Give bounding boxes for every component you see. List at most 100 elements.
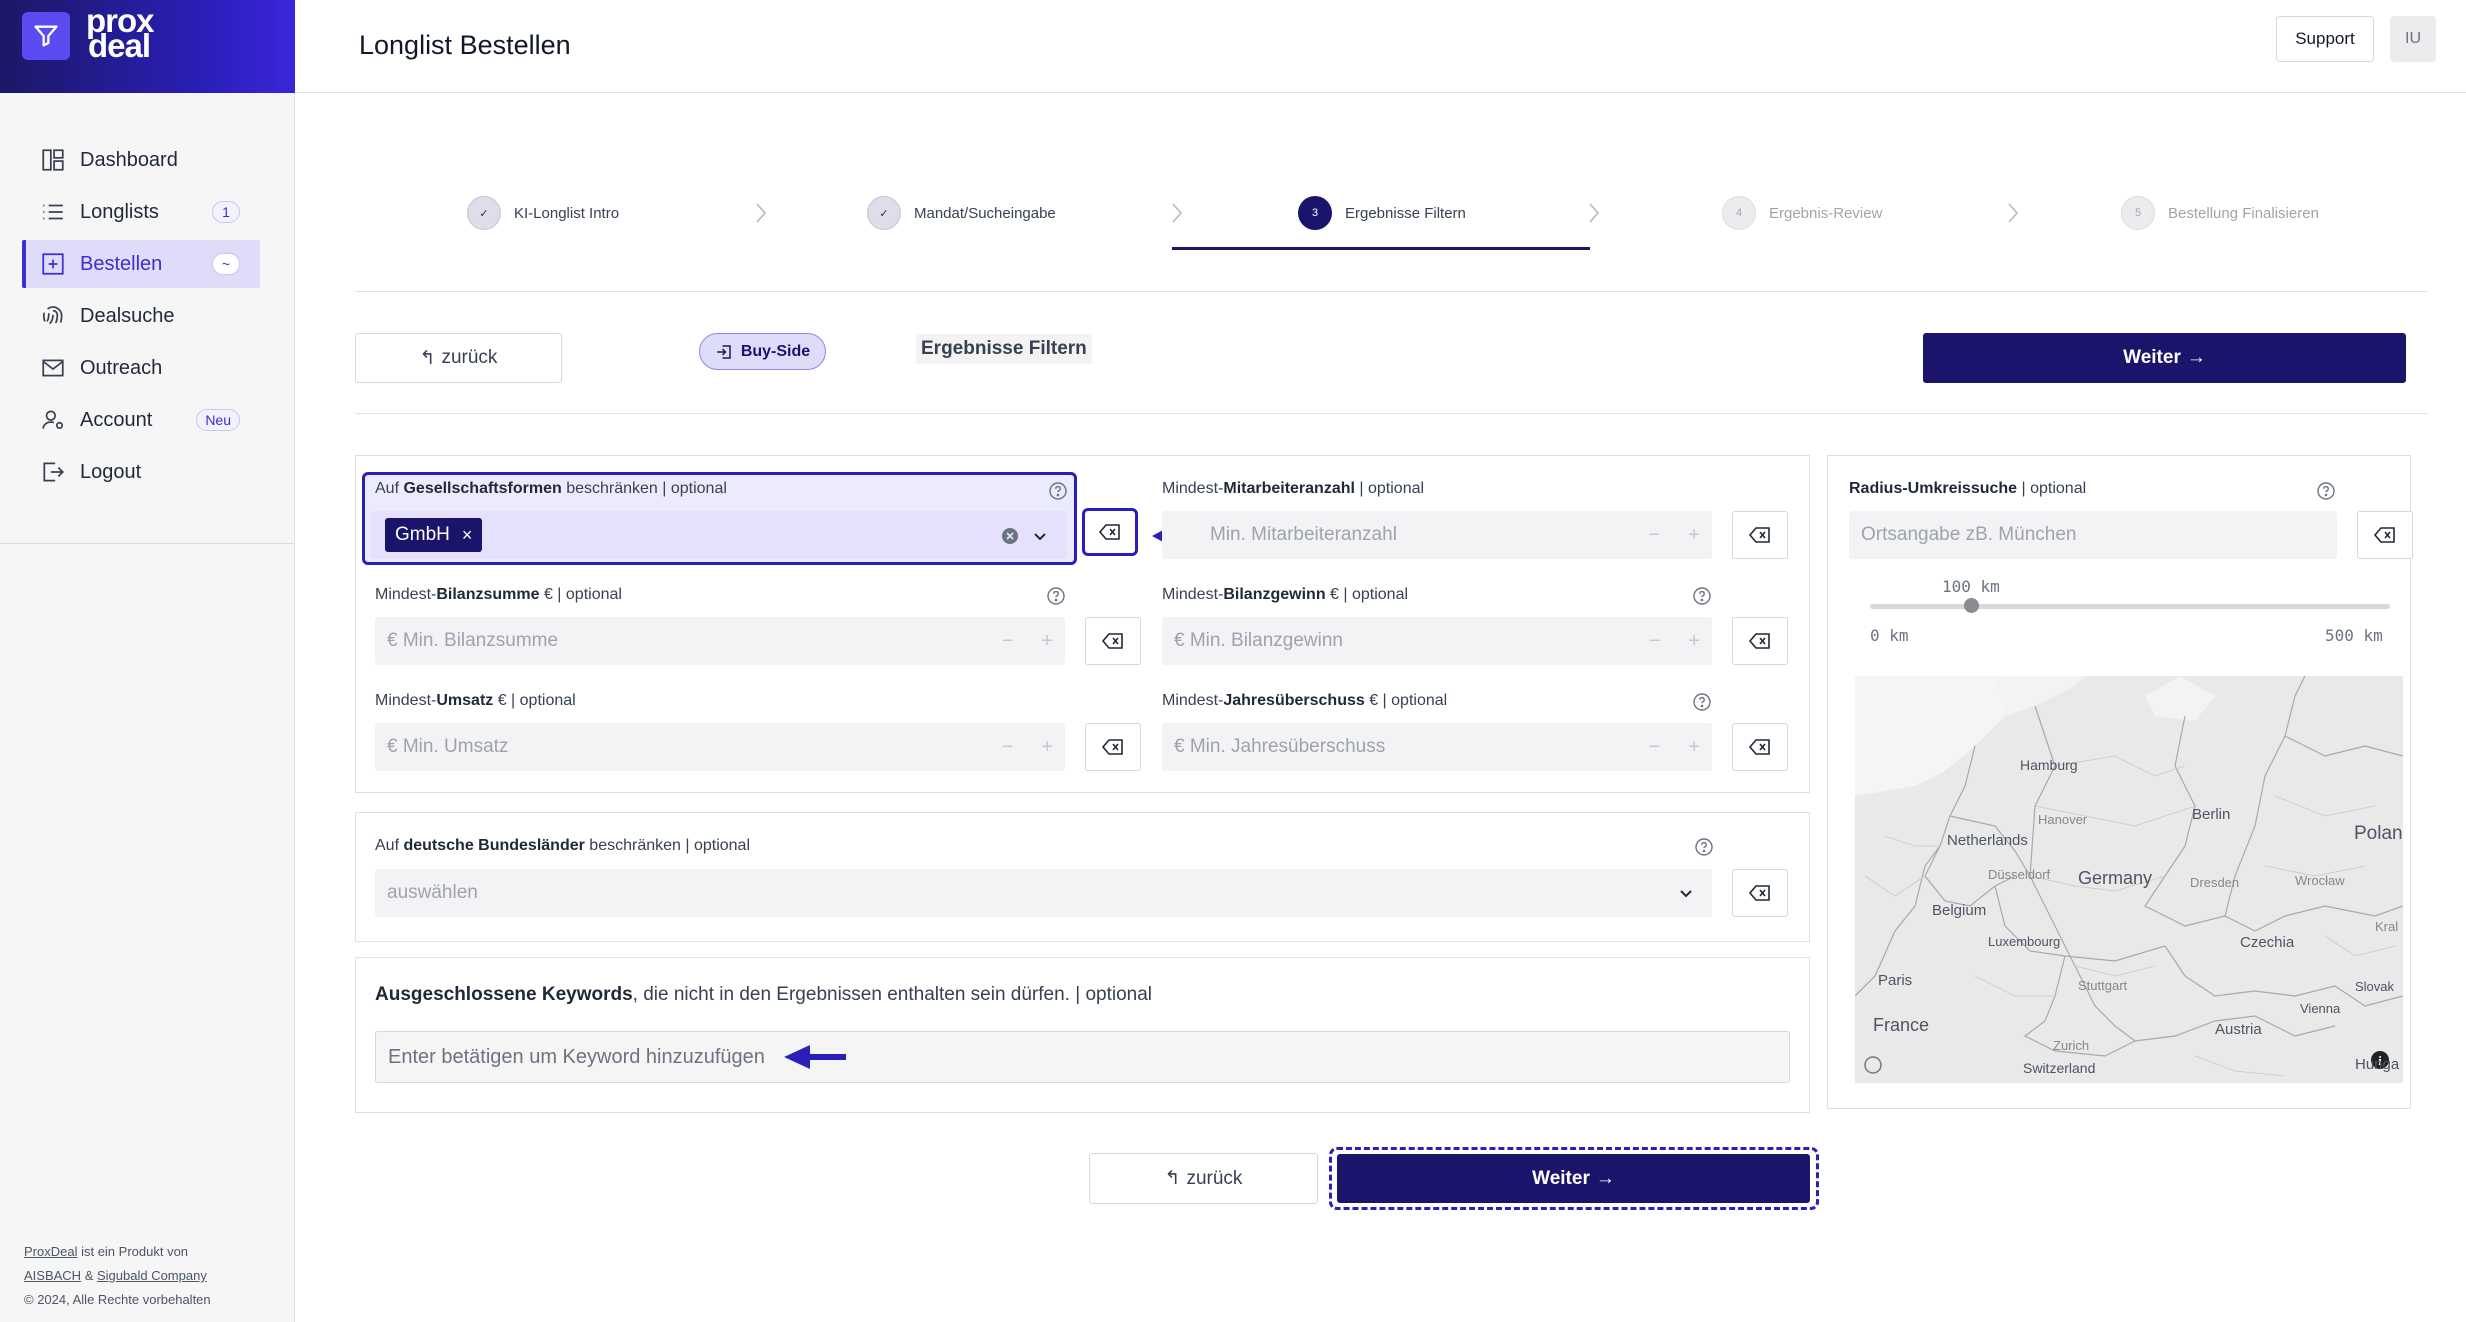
help-icon[interactable]	[1048, 481, 1068, 501]
step-ki-longlist-intro[interactable]: ✓ KI-Longlist Intro	[467, 195, 619, 231]
help-icon[interactable]	[1046, 586, 1066, 606]
annual-surplus-placeholder: € Min. Jahresüberschuss	[1174, 736, 1386, 757]
step-label: Bestellung Finalisieren	[2168, 204, 2319, 222]
brand-header[interactable]: prox deal	[0, 0, 295, 93]
location-clear-button[interactable]	[2357, 511, 2413, 559]
radius-slider-thumb[interactable]	[1964, 598, 1979, 613]
annual-surplus-clear-button[interactable]	[1732, 723, 1788, 771]
help-icon[interactable]	[1694, 837, 1714, 857]
map-label: Hunga	[2355, 1056, 2400, 1073]
states-placeholder: auswählen	[387, 882, 478, 903]
balance-sum-clear-button[interactable]	[1085, 617, 1141, 665]
next-button-label: Weiter	[2123, 347, 2181, 368]
employees-label: Mindest-Mitarbeiteranzahl | optional	[1162, 480, 1425, 497]
aisbach-link[interactable]: AISBACH	[24, 1268, 81, 1283]
step-bestellung-finalisieren[interactable]: 5 Bestellung Finalisieren	[2121, 195, 2319, 231]
states-select[interactable]: auswählen	[375, 869, 1712, 917]
footer-text: &	[81, 1268, 97, 1283]
map-label: Switzerland	[2023, 1060, 2096, 1076]
avatar[interactable]: IU	[2390, 16, 2436, 62]
map-label: France	[1873, 1015, 1930, 1035]
clear-selection-icon[interactable]	[1001, 527, 1019, 545]
top-header: Longlist Bestellen Support IU	[296, 0, 2466, 93]
backspace-icon	[1098, 524, 1120, 540]
keywords-label: Ausgeschlossene Keywords, die nicht in d…	[375, 984, 1153, 1005]
sidebar-divider	[0, 543, 295, 544]
chevron-right-icon	[2008, 203, 2019, 223]
status-badge: ~	[212, 253, 240, 275]
sigubald-link[interactable]: Sigubald Company	[97, 1268, 207, 1283]
chevron-down-icon[interactable]	[1030, 526, 1050, 546]
step-label: Ergebnisse Filtern	[1345, 204, 1466, 222]
support-button[interactable]: Support	[2276, 16, 2374, 62]
revenue-input[interactable]: € Min. Umsatz − +	[375, 723, 1065, 771]
balance-sum-input[interactable]: € Min. Bilanzsumme − +	[375, 617, 1065, 665]
legal-form-clear-button[interactable]	[1082, 508, 1138, 556]
keyword-input[interactable]: Enter betätigen um Keyword hinzuzufügen	[375, 1031, 1790, 1083]
sidebar-item-label: Dashboard	[80, 148, 178, 171]
back-button-bottom[interactable]: ↰ zurück	[1089, 1153, 1318, 1204]
sidebar-item-dealsuche[interactable]: Dealsuche	[22, 292, 260, 340]
next-button-bottom[interactable]: Weiter →	[1337, 1154, 1810, 1203]
states-clear-button[interactable]	[1732, 869, 1788, 917]
sidebar-item-outreach[interactable]: Outreach	[22, 344, 260, 392]
check-icon: ✓	[867, 196, 901, 230]
buy-side-label: Buy-Side	[740, 342, 811, 360]
step-mandat-sucheingabe[interactable]: ✓ Mandat/Sucheingabe	[867, 195, 1056, 231]
section-label: Ergebnisse Filtern	[916, 334, 1092, 364]
divider	[355, 413, 2428, 414]
arrow-right-icon: →	[2186, 347, 2206, 368]
login-icon	[717, 344, 731, 359]
number-stepper[interactable]: − +	[1649, 617, 1700, 665]
balance-profit-clear-button[interactable]	[1732, 617, 1788, 665]
back-button[interactable]: ↰ zurück	[355, 333, 562, 383]
balance-profit-input[interactable]: € Min. Bilanzgewinn − +	[1162, 617, 1712, 665]
map-label: Czechia	[2240, 934, 2295, 951]
step-number: 5	[2121, 196, 2155, 230]
step-label: KI-Longlist Intro	[514, 204, 620, 222]
next-button[interactable]: Weiter →	[1923, 333, 2406, 383]
revenue-clear-button[interactable]	[1085, 723, 1141, 771]
backspace-icon	[1748, 527, 1770, 543]
selected-tag[interactable]: GmbH ×	[385, 518, 483, 552]
divider	[355, 291, 2428, 292]
map-label: Kral	[2375, 919, 2399, 934]
sidebar-nav: Dashboard Longlists 1 Bestellen ~ Dealsu…	[22, 136, 260, 500]
number-stepper[interactable]: − +	[1002, 723, 1053, 771]
sidebar-item-label: Bestellen	[80, 252, 163, 275]
employees-input[interactable]: Min. Mitarbeiteranzahl − +	[1162, 511, 1712, 559]
employees-clear-button[interactable]	[1732, 511, 1788, 559]
help-icon[interactable]	[2316, 481, 2336, 501]
funnel-logo-icon	[22, 12, 70, 60]
sidebar-footer: ProxDeal ist ein Produkt von AISBACH & S…	[24, 1240, 211, 1312]
remove-tag-icon[interactable]: ×	[462, 525, 473, 546]
check-icon: ✓	[467, 196, 501, 230]
radius-min-label: 0 km	[1870, 626, 1909, 645]
map-label: Luxembourg	[1988, 934, 2061, 949]
backspace-icon	[1748, 633, 1770, 649]
number-stepper[interactable]: − +	[1649, 723, 1700, 771]
sidebar-item-longlists[interactable]: Longlists 1	[22, 188, 260, 236]
employees-placeholder: Min. Mitarbeiteranzahl	[1210, 524, 1397, 545]
help-icon[interactable]	[1692, 692, 1712, 712]
map[interactable]: i Hamburg Hanover Berlin Netherlands Pol…	[1855, 676, 2403, 1083]
map-label: Polan	[2354, 823, 2403, 844]
sidebar-item-dashboard[interactable]: Dashboard	[22, 136, 260, 184]
sidebar-item-bestellen[interactable]: Bestellen ~	[22, 240, 260, 288]
location-input[interactable]: Ortsangabe zB. München	[1849, 511, 2337, 559]
help-icon[interactable]	[1692, 586, 1712, 606]
sidebar-item-account[interactable]: Account Neu	[22, 396, 260, 444]
step-ergebnis-review[interactable]: 4 Ergebnis-Review	[1722, 195, 1882, 231]
proxdeal-link[interactable]: ProxDeal	[24, 1244, 77, 1259]
logout-icon	[43, 462, 64, 482]
backspace-icon	[1748, 885, 1770, 901]
number-stepper[interactable]: − +	[1002, 617, 1053, 665]
buy-side-chip[interactable]: Buy-Side	[699, 333, 826, 370]
annual-surplus-input[interactable]: € Min. Jahresüberschuss − +	[1162, 723, 1712, 771]
number-stepper[interactable]: − +	[1649, 511, 1700, 559]
step-ergebnisse-filtern[interactable]: 3 Ergebnisse Filtern	[1298, 195, 1466, 231]
map-label: Slovak	[2355, 979, 2395, 994]
sidebar-item-logout[interactable]: Logout	[22, 448, 260, 496]
map-label: Germany	[2078, 868, 2153, 888]
radius-slider[interactable]	[1870, 604, 2390, 609]
